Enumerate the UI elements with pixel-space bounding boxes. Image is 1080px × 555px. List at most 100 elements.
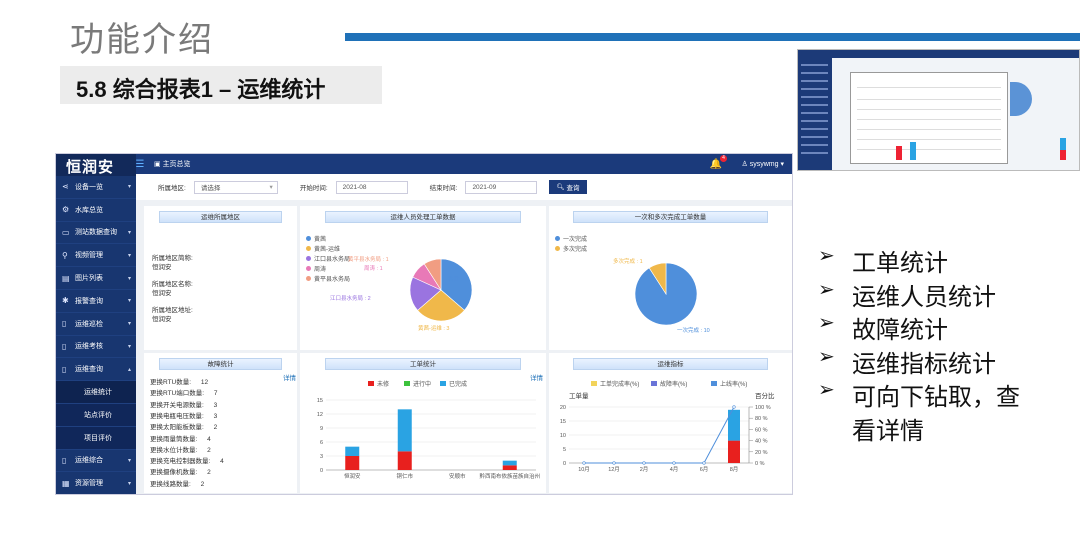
query-button[interactable]: 🔍︎ 查询 [549, 180, 587, 194]
y-tick-label: 15 [560, 419, 566, 425]
sidebar-item-13[interactable]: ▯ 运维综合 ▾ [56, 450, 136, 473]
bar [502, 460, 517, 466]
section-heading: 5.8 综合报表1 – 运维统计 [60, 66, 382, 104]
fault-label: 更换电瓶电压数量: [150, 412, 204, 420]
chevron-icon: ▾ [127, 184, 131, 191]
start-date-input[interactable]: 2021-08 [335, 180, 408, 194]
staff-panel: 运维人员处理工单数据 黄茜 黄茜-运维 江口县水务局 周涛 黄平县水务局 黄平县水务局 … [300, 206, 546, 350]
user-menu[interactable]: ♙ sysywmg ▾ [742, 160, 784, 168]
chevron-icon: ▾ [127, 480, 131, 487]
y2-tick-label: 60 % [755, 427, 768, 433]
bullet-text: 可向下钻取，查 [852, 384, 1020, 411]
sidebar-item-label: 运维综合 [75, 457, 103, 465]
sidebar-item-2[interactable]: ⚙ 水库总览 [56, 199, 136, 222]
line-point [612, 461, 616, 465]
sidebar-item-6[interactable]: ✱ 报警查询 ▾ [56, 290, 136, 313]
arrow-bullet-icon: ➢ [818, 345, 835, 368]
arrow-bullet-icon: ➢ [818, 379, 835, 401]
fault-item: 更换太阳能板数量: 2 [150, 421, 217, 431]
chevron-icon: ▾ [127, 321, 131, 328]
line-point [702, 461, 706, 465]
sidebar-item-4[interactable]: ⚲ 视频管理 ▾ [56, 244, 136, 268]
sidebar-item-11[interactable]: 站点评价 [56, 403, 136, 427]
sidebar-item-12[interactable]: 项目评价 [56, 426, 136, 450]
fault-detail-link[interactable]: 详情 [283, 372, 296, 382]
sidebar-item-label: 运维考核 [75, 343, 103, 351]
y-tick-label: 0 [320, 468, 323, 474]
pie-callout: 黄茜 : 4 [448, 275, 467, 283]
x-tick-label: 安顺市 [449, 472, 466, 480]
fault-item: 更换充电控制器数量: 4 [150, 455, 224, 465]
sidebar-item-label: 资源管理 [75, 480, 103, 488]
sidebar-item-5[interactable]: ▤ 图片列表 ▾ [56, 267, 136, 290]
sidebar-item-8[interactable]: ▯ 运维考核 ▾ [56, 336, 136, 359]
app-window: 恒润安 ⋖ 设备一览 ▾ ⚙ 水库总览 ▭ 测站数据查询 ▾ ⚲ 视频管理 ▾ ▤ 图片列表 ▾ ✱ 报警查询… [55, 153, 793, 495]
sidebar-item-14[interactable]: ▦ 资源管理 ▾ [56, 472, 136, 494]
title-divider [345, 33, 1080, 41]
sidebar-item-3[interactable]: ▭ 测站数据查询 ▾ [56, 222, 136, 245]
sidebar-item-1[interactable]: ⋖ 设备一览 ▾ [56, 176, 136, 199]
start-label: 开始时间: [299, 185, 328, 192]
bullet-item: ➢ 运维人员统计 [818, 277, 996, 312]
x-tick-label: 6月 [700, 466, 709, 473]
fault-panel-title: 故障统计 [159, 358, 282, 370]
y-tick-label: 6 [320, 440, 323, 446]
sidebar-item-label: 运维查询 [75, 366, 103, 374]
screenshot-thumbnail [797, 49, 1080, 171]
sidebar-item-label: 设备一览 [75, 183, 103, 191]
fault-label: 更换充电控制器数量: [150, 458, 211, 466]
y-tick-label: 9 [320, 426, 323, 432]
sidebar-item-label: 站点评价 [84, 411, 112, 419]
y-tick-label: 12 [317, 412, 323, 418]
x-tick-label: 4月 [670, 466, 679, 473]
end-label: 结束时间: [429, 185, 458, 192]
fault-value: 2 [205, 446, 211, 454]
x-tick-label: 12月 [608, 466, 620, 473]
fault-item: 更换雨量筒数量: 4 [150, 433, 211, 443]
sidebar-item-7[interactable]: ▯ 运维巡检 ▾ [56, 313, 136, 336]
bar [397, 451, 412, 470]
arrow-bullet-icon [818, 411, 852, 446]
orders-pie-chart: 多次完成 : 1 一次完成 : 10 [613, 257, 710, 334]
workorder-bar-chart: 0 3 6 9 12 15 恒润安 铜仁市 安顺市 黔西南布依族苗族自治州 [317, 398, 540, 480]
sidebar-item-label: 测站数据查询 [75, 229, 117, 237]
fault-item: 更换水位计数量: 2 [150, 444, 211, 454]
chevron-icon: ▾ [127, 298, 131, 305]
line-point [732, 405, 736, 409]
sidebar-item-label: 图片列表 [75, 275, 103, 283]
doc-icon: ▯ [62, 319, 67, 329]
x-tick-label: 10月 [578, 466, 590, 473]
staff-pie-chart: 黄平县水务局 : 1周涛 : 1 黄茜 : 4 江口县水务局 : 2 黄茜-运维 : … [330, 255, 473, 332]
fault-label: 更换水位计数量: [150, 446, 198, 454]
end-date-input[interactable]: 2021-09 [465, 180, 538, 194]
sidebar-item-9[interactable]: ▯ 运维查询 ▴ [56, 358, 136, 382]
bullet-item: ➢ 工单统计 [818, 243, 948, 278]
home-tab[interactable]: ▣ 主页总览 [154, 159, 191, 169]
region-select[interactable]: 请选择 ▾ [193, 180, 278, 194]
pie-callout: 黄平县水务局 : 1 [348, 255, 389, 263]
y-tick-label: 0 [563, 461, 566, 467]
addr-value: 恒润安 [152, 316, 172, 323]
fault-value: 2 [211, 424, 218, 432]
menu-toggle-icon[interactable]: ☰ [130, 159, 150, 170]
top-bar: ☰ ▣ 主页总览 🔔 4 ♙ sysywmg ▾ [136, 154, 792, 174]
grid-icon: ▦ [62, 478, 70, 488]
region-panel-title: 运维所属地区 [159, 211, 282, 223]
notification-badge: 4 [720, 155, 727, 162]
fault-value: 2 [198, 480, 205, 488]
fault-label: 更换雨量筒数量: [150, 435, 198, 443]
bar [728, 440, 740, 463]
x-tick-label: 铜仁市 [396, 472, 413, 480]
y-tick-label: 5 [563, 447, 566, 453]
sidebar-item-10[interactable]: 运维统计 [56, 381, 136, 404]
fault-item: 更换RTU端口数量: 7 [150, 387, 217, 397]
fault-value: 12 [199, 379, 209, 386]
line-point [582, 461, 586, 465]
orders-panel: 一次和多次完成工单数量 一次完成 多次完成 多次完成 : 1 一次完成 : 10 [549, 206, 792, 350]
y-tick-label: 10 [560, 433, 566, 439]
sidebar-item-label: 水库总览 [75, 206, 103, 214]
y-tick-label: 3 [320, 454, 323, 460]
bullet-item: ➢ 可向下钻取，查 [818, 377, 1020, 412]
metrics-panel: 运维指标 工单完成率(%) 故障率(%) 上线率(%) 工单量 百分比 0 5 10 15… [549, 353, 792, 493]
region-panel: 运维所属地区 所属地区简称: 恒润安 所属地区名称: 恒润安 所属地区地址: 恒… [144, 206, 297, 350]
